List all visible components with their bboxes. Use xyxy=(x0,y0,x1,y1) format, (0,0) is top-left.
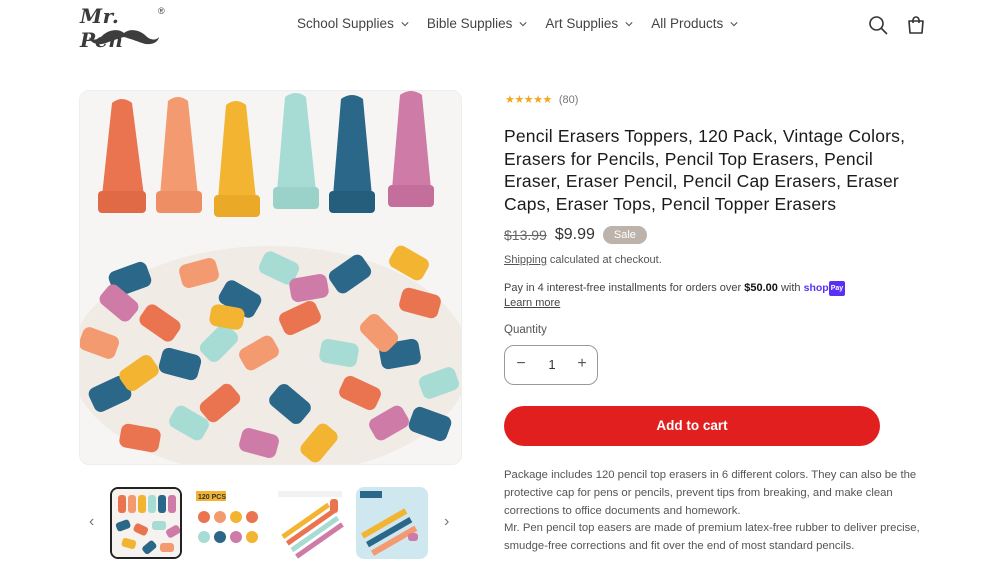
thumb-image: 120 PCS xyxy=(192,487,264,559)
quantity-stepper: − 1 + xyxy=(504,345,598,385)
cart-icon[interactable] xyxy=(905,14,927,36)
quantity-decrease-button[interactable]: − xyxy=(512,355,530,373)
installments-note: Pay in 4 interest-free installments for … xyxy=(504,281,904,311)
search-icon[interactable] xyxy=(867,14,889,36)
shop-brand: shop xyxy=(803,282,829,294)
shipping-text: calculated at checkout. xyxy=(546,254,662,266)
chevron-down-icon xyxy=(625,21,633,26)
nav-all-products[interactable]: All Products xyxy=(651,16,738,31)
product-photo xyxy=(80,91,461,464)
add-to-cart-button[interactable]: Add to cart xyxy=(504,406,880,446)
thumbnail-4[interactable] xyxy=(356,487,428,559)
nav-school-supplies[interactable]: School Supplies xyxy=(297,16,409,31)
description-paragraph: Mr. Pen pencil top easers are made of pr… xyxy=(504,522,920,553)
nav-label: All Products xyxy=(651,16,724,31)
installments-with: with xyxy=(777,282,804,294)
logo[interactable]: Mr. Pen ® xyxy=(80,4,170,52)
product-description: Package includes 120 pencil top erasers … xyxy=(504,467,924,556)
thumb-prev-button[interactable]: ‹ xyxy=(89,513,94,531)
quantity-input[interactable]: 1 xyxy=(545,357,559,372)
shop-pay-badge: Pay xyxy=(828,281,846,296)
chevron-down-icon xyxy=(730,21,738,26)
thumbnail-2[interactable]: 120 PCS xyxy=(192,487,264,559)
product-main-image[interactable] xyxy=(79,90,462,465)
thumbnail-strip: ‹ 120 PCS › xyxy=(79,483,462,563)
thumb-image xyxy=(274,487,346,559)
chevron-down-icon xyxy=(519,21,527,26)
price-row: $13.99 $9.99 Sale xyxy=(504,226,647,244)
logo-registered-mark: ® xyxy=(158,6,165,16)
sale-price: $9.99 xyxy=(554,226,595,243)
sale-badge: Sale xyxy=(602,226,647,244)
thumb-badge-text: 120 PCS xyxy=(198,494,226,501)
thumb-next-button[interactable]: › xyxy=(444,513,449,531)
thumbnail-3[interactable] xyxy=(274,487,346,559)
nav-bible-supplies[interactable]: Bible Supplies xyxy=(427,16,528,31)
eraser-pile xyxy=(80,245,461,464)
quantity-increase-button[interactable]: + xyxy=(573,355,591,373)
main-nav: School Supplies Bible Supplies Art Suppl… xyxy=(297,16,756,31)
thumb-image xyxy=(112,489,180,557)
original-price: $13.99 xyxy=(504,227,547,243)
nav-label: Art Supplies xyxy=(545,16,619,31)
mustache-icon xyxy=(89,30,159,45)
installments-threshold: $50.00 xyxy=(744,282,778,294)
nav-label: Bible Supplies xyxy=(426,16,513,31)
learn-more-link[interactable]: Learn more xyxy=(504,297,560,309)
description-paragraph: Package includes 120 pencil top erasers … xyxy=(504,469,917,517)
shipping-link[interactable]: Shipping xyxy=(504,254,547,266)
quantity-label: Quantity xyxy=(504,324,547,336)
shop-pay-logo: shop Pay xyxy=(803,281,846,296)
thumb-image xyxy=(356,487,428,559)
rating[interactable]: ★★★★★ (80) xyxy=(505,93,579,107)
nav-art-supplies[interactable]: Art Supplies xyxy=(545,16,633,31)
installments-text: Pay in 4 interest-free installments for … xyxy=(504,282,745,294)
nav-label: School Supplies xyxy=(297,16,394,31)
rating-count: (80) xyxy=(558,93,579,106)
shipping-note: Shipping calculated at checkout. xyxy=(504,254,662,266)
site-header: Mr. Pen ® School Supplies Bible Supplies… xyxy=(0,0,1000,52)
chevron-down-icon xyxy=(401,21,409,26)
thumbnail-1[interactable] xyxy=(110,487,182,559)
star-rating-icon: ★★★★★ xyxy=(505,94,552,106)
product-title: Pencil Erasers Toppers, 120 Pack, Vintag… xyxy=(504,126,906,214)
